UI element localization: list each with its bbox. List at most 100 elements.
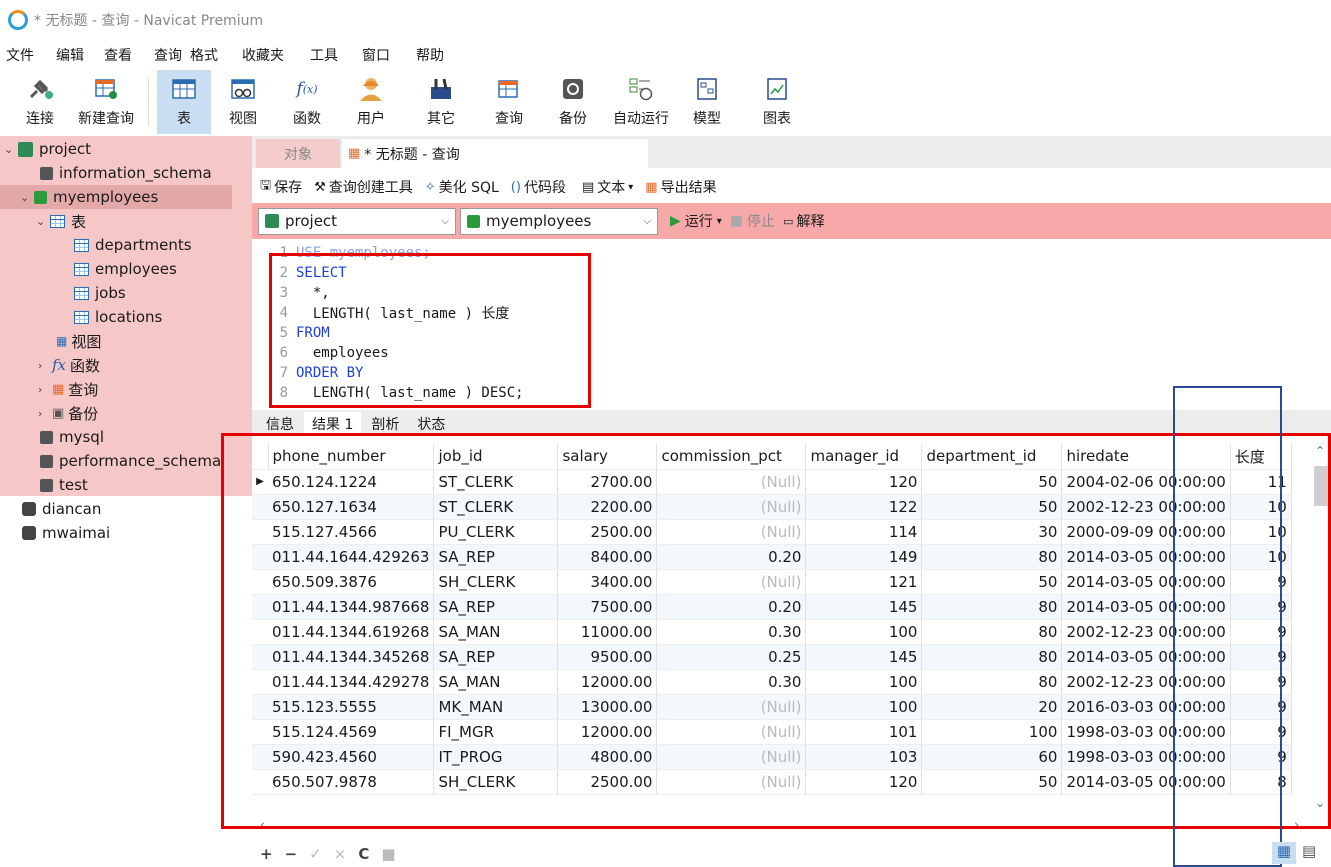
query-icon <box>496 76 522 102</box>
stop-loading-button[interactable]: ■ <box>381 845 395 863</box>
export-results-button[interactable]: ▦ 导出结果 <box>645 177 716 197</box>
schedule-icon <box>628 76 654 102</box>
window-title: * 无标题 - 查询 - Navicat Premium <box>34 13 264 29</box>
users-button[interactable]: 用户 <box>339 70 403 134</box>
tree-node-diancan[interactable]: diancan <box>22 497 101 521</box>
database-icon <box>40 166 53 180</box>
form-view-icon[interactable]: ▤ <box>1302 842 1316 860</box>
chevron-right-icon: › <box>38 406 43 420</box>
chevron-right-icon: › <box>38 382 43 396</box>
code-snippet-button[interactable]: () 代码段 <box>511 177 566 197</box>
table-icon <box>171 76 197 102</box>
tree-node-myemployees[interactable]: ⌄ myemployees <box>0 185 232 209</box>
database-icon <box>40 430 53 444</box>
function-icon: fx <box>52 356 67 374</box>
database-icon <box>467 214 480 228</box>
document-icon: ▤ <box>581 179 595 195</box>
tree-node-information-schema[interactable]: information_schema <box>40 161 212 185</box>
backup-button[interactable]: 备份 <box>541 70 605 134</box>
connection-tree: ⌄ project information_schema ⌄ myemploye… <box>0 136 252 867</box>
chevron-down-icon: ⌄ <box>4 142 14 156</box>
tree-node-mysql[interactable]: mysql <box>40 425 104 449</box>
tree-node-tables-folder[interactable]: ⌄ 表 <box>36 209 86 233</box>
tree-node-mwaimai[interactable]: mwaimai <box>22 521 110 545</box>
menu-format[interactable]: 格式 <box>182 45 234 65</box>
tree-node-test[interactable]: test <box>40 473 88 497</box>
save-icon: 🖫 <box>260 178 272 193</box>
tree-node-queries-folder[interactable]: › ▦ 查询 <box>38 377 98 401</box>
delete-record-button[interactable]: − <box>285 845 298 863</box>
tree-node-table-jobs[interactable]: jobs <box>74 281 126 305</box>
connect-button[interactable]: ▾ 连接 <box>0 70 70 134</box>
views-button[interactable]: 视图 <box>211 70 275 134</box>
menu-help[interactable]: 帮助 <box>408 45 452 65</box>
tree-node-views-folder[interactable]: ▦ 视图 <box>56 329 101 353</box>
project-icon <box>265 214 279 228</box>
tab-query[interactable]: ▦ * 无标题 - 查询 <box>342 139 648 168</box>
view-icon <box>230 76 256 102</box>
apply-changes-button[interactable]: ✓ <box>309 845 322 863</box>
menu-tools[interactable]: 工具 <box>302 45 354 65</box>
menu-bar: 文件 编辑 查看 查询 格式 收藏夹 工具 窗口 帮助 <box>0 40 1331 70</box>
connection-select[interactable]: project ⌵ <box>258 207 456 235</box>
navicat-logo-icon <box>8 10 28 30</box>
refresh-button[interactable]: C <box>358 845 369 863</box>
stop-icon: ■ <box>729 213 744 229</box>
model-button[interactable]: 模型 <box>677 70 737 134</box>
tree-node-table-locations[interactable]: locations <box>74 305 162 329</box>
tree-node-table-departments[interactable]: departments <box>74 233 192 257</box>
new-query-icon <box>93 76 119 102</box>
new-query-button[interactable]: 新建查询 <box>70 70 142 134</box>
database-icon <box>34 190 47 204</box>
toolbar-separator <box>148 78 149 126</box>
backup-icon: ▣ <box>52 405 65 421</box>
function-icon: f (x) <box>296 79 318 99</box>
database-icon <box>40 478 53 492</box>
discard-changes-button[interactable]: × <box>334 845 347 863</box>
user-icon <box>358 76 384 102</box>
run-button[interactable]: ▶ 运行 ▾ <box>670 211 722 231</box>
menu-edit[interactable]: 编辑 <box>48 45 96 65</box>
query-builder-button[interactable]: ⚒ 查询创建工具 <box>314 177 413 197</box>
auto-run-button[interactable]: 自动运行 <box>605 70 677 134</box>
explain-icon: ▭ <box>783 214 794 228</box>
stop-button[interactable]: ■ 停止 <box>730 211 775 231</box>
add-record-button[interactable]: + <box>260 845 273 863</box>
magic-wand-icon: ✧ <box>424 179 436 195</box>
beautify-sql-button[interactable]: ✧ 美化 SQL <box>425 177 499 197</box>
grid-action-bar: + − ✓ × C ■ ▦ ▤ <box>252 840 1331 867</box>
editor-tabs: 对象 ▦ * 无标题 - 查询 <box>252 136 1331 168</box>
save-button[interactable]: 🖫 保存 <box>260 176 302 198</box>
queries-button[interactable]: 查询 <box>477 70 541 134</box>
export-icon: ▦ <box>645 179 658 195</box>
text-button[interactable]: ▤ 文本 ▾ <box>582 177 633 197</box>
chevron-down-icon: ⌵ <box>643 215 651 227</box>
grid-view-icon[interactable]: ▦ <box>1272 842 1296 864</box>
functions-button[interactable]: f (x) 函数 <box>275 70 339 134</box>
selector-bar: project ⌵ myemployees ⌵ ▶ 运行 ▾ ■ 停止 ▭ 解释 <box>252 203 1331 239</box>
view-icon: ▦ <box>56 334 68 348</box>
tab-objects[interactable]: 对象 <box>256 139 340 168</box>
table-icon <box>50 214 65 228</box>
menu-window[interactable]: 窗口 <box>354 45 408 65</box>
tree-node-project[interactable]: ⌄ project <box>4 137 91 161</box>
menu-query[interactable]: 查询 <box>146 45 182 65</box>
chevron-right-icon: › <box>38 358 43 372</box>
menu-view[interactable]: 查看 <box>96 45 146 65</box>
menu-file[interactable]: 文件 <box>0 45 48 65</box>
charts-button[interactable]: 图表 <box>737 70 817 134</box>
menu-favorites[interactable]: 收藏夹 <box>234 45 302 65</box>
explain-button[interactable]: ▭ 解释 <box>783 211 824 231</box>
title-bar: * 无标题 - 查询 - Navicat Premium <box>0 0 1331 40</box>
tree-node-functions-folder[interactable]: › fx 函数 <box>38 353 100 377</box>
query-icon: ▦ <box>348 146 361 161</box>
tree-node-performance-schema[interactable]: performance_schema <box>40 449 221 473</box>
database-select[interactable]: myemployees ⌵ <box>460 207 658 235</box>
tree-node-backups-folder[interactable]: › ▣ 备份 <box>38 401 98 425</box>
table-icon <box>74 310 89 324</box>
tree-node-table-employees[interactable]: employees <box>74 257 177 281</box>
chevron-down-icon: ▾ <box>716 215 722 227</box>
connection-icon <box>22 526 36 540</box>
tables-button[interactable]: 表 <box>157 70 211 134</box>
others-button[interactable]: ▾ 其它 <box>403 70 477 134</box>
